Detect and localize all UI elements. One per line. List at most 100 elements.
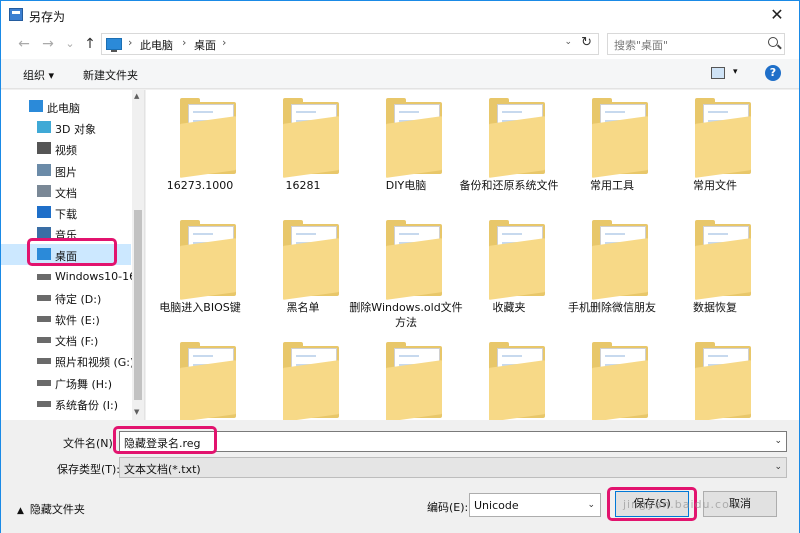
computer-icon	[106, 38, 122, 52]
sidebar-scrollbar[interactable]: ▲ ▼	[132, 90, 144, 420]
sidebar-item-label: 图片	[55, 165, 77, 179]
folder-item[interactable]: 16281	[249, 90, 349, 215]
scroll-down-icon[interactable]: ▼	[134, 408, 139, 416]
scrollbar-thumb[interactable]	[134, 210, 142, 400]
filename-label: 文件名(N):	[63, 437, 117, 450]
view-options-icon[interactable]	[711, 67, 725, 79]
window-title: 另存为	[29, 10, 66, 24]
breadcrumb-separator[interactable]: ›	[182, 36, 186, 49]
sidebar-item[interactable]: 软件 (E:)	[1, 308, 131, 329]
forward-arrow-icon[interactable]: →	[39, 35, 57, 53]
drive-icon	[37, 316, 51, 322]
folder-item[interactable]	[661, 334, 761, 420]
drive-icon	[37, 379, 51, 386]
sidebar-item[interactable]: Windows10-16	[1, 266, 136, 287]
chevron-down-icon[interactable]: ⌄	[774, 462, 782, 472]
sidebar-item[interactable]: 下载	[1, 202, 131, 223]
folder-name: DIY电脑	[385, 179, 427, 192]
folder-item[interactable]: 数据恢复	[661, 212, 761, 337]
close-button[interactable]: ✕	[755, 1, 799, 29]
folder-icon	[592, 360, 648, 420]
organize-menu[interactable]: 组织 ▾	[23, 67, 54, 83]
search-placeholder: 搜索"桌面"	[614, 39, 669, 52]
folder-name: 收藏夹	[492, 301, 526, 314]
folder-item[interactable]: 常用文件	[661, 90, 761, 215]
search-icon[interactable]	[768, 37, 778, 47]
folder-icon	[386, 360, 442, 420]
sidebar-item-label: Windows10-16	[55, 269, 137, 283]
drive-icon	[37, 337, 51, 344]
folder-item[interactable]: 黑名单	[249, 212, 349, 337]
breadcrumb-separator[interactable]: ›	[222, 36, 226, 49]
folder-item[interactable]: 收藏夹	[455, 212, 555, 337]
sidebar-item-label: 音乐 (J:)	[55, 418, 96, 420]
notepad-icon	[9, 8, 23, 21]
sidebar-item[interactable]: 音乐 (J:)	[1, 414, 131, 420]
folder-item[interactable]	[146, 334, 246, 420]
navigation-bar: ← → ⌄ ↑ › 此电脑 › 桌面 › ⌄ ↻ 搜索"桌面"	[1, 29, 799, 59]
folder-item[interactable]: 电脑进入BIOS键	[146, 212, 246, 337]
sidebar-item[interactable]: 文档 (F:)	[1, 329, 131, 350]
chevron-down-icon[interactable]: ⌄	[564, 37, 572, 47]
sidebar-item[interactable]: 文档	[1, 181, 131, 202]
folder-icon	[386, 116, 442, 178]
folder-item[interactable]	[558, 334, 658, 420]
folder-icon	[695, 116, 751, 178]
folder-icon	[283, 360, 339, 420]
filename-input[interactable]: 隐藏登录名.reg ⌄	[119, 431, 787, 452]
sidebar-item[interactable]: 3D 对象	[1, 117, 131, 138]
sidebar-item-label: 系统备份 (I:)	[55, 398, 119, 412]
folder-icon	[180, 360, 236, 420]
sidebar-item[interactable]: 广场舞 (H:)	[1, 372, 131, 393]
folder-item[interactable]: 手机删除微信朋友	[558, 212, 658, 337]
save-type-select[interactable]: 文本文档(*.txt) ⌄	[119, 457, 787, 478]
up-arrow-icon[interactable]: ↑	[81, 35, 99, 53]
back-arrow-icon[interactable]: ←	[15, 35, 33, 53]
sidebar-item[interactable]: 此电脑	[1, 96, 131, 117]
breadcrumb-desktop[interactable]: 桌面	[194, 37, 216, 53]
downloads-icon	[37, 206, 51, 218]
hide-folders-toggle[interactable]: ▲ 隐藏文件夹	[17, 501, 85, 517]
folder-item[interactable]	[352, 334, 452, 420]
folder-item[interactable]	[249, 334, 349, 420]
chevron-down-icon[interactable]: ⌄	[774, 436, 782, 446]
sidebar-item-label: 3D 对象	[55, 123, 96, 137]
search-input[interactable]: 搜索"桌面"	[607, 33, 785, 55]
refresh-icon[interactable]: ↻	[581, 35, 592, 50]
new-folder-button[interactable]: 新建文件夹	[83, 67, 138, 83]
folder-item[interactable]: 备份和还原系统文件	[455, 90, 559, 215]
sidebar-item[interactable]: 图片	[1, 160, 131, 181]
help-icon[interactable]: ?	[765, 65, 781, 81]
folder-icon	[489, 116, 545, 178]
folder-icon	[283, 116, 339, 178]
folder-item[interactable]: 常用工具	[558, 90, 658, 215]
address-bar[interactable]: › 此电脑 › 桌面 › ⌄ ↻	[101, 33, 599, 55]
folder-name: 备份和还原系统文件	[459, 179, 559, 192]
sidebar-item[interactable]: 待定 (D:)	[1, 287, 131, 308]
sidebar-item-label: 软件 (E:)	[55, 314, 100, 327]
drive-icon	[37, 400, 51, 407]
folder-item[interactable]	[455, 334, 555, 420]
folder-icon	[283, 238, 339, 300]
chevron-down-icon[interactable]: ⌄	[587, 500, 595, 510]
folder-icon	[695, 360, 751, 420]
sidebar-item[interactable]: 照片和视频 (G:)	[1, 350, 135, 371]
sidebar-item[interactable]: 系统备份 (I:)	[1, 393, 131, 414]
sidebar-item-label: 文档	[55, 186, 77, 200]
folder-item[interactable]: 删除Windows.old文件方法	[349, 212, 463, 337]
folder-icon	[386, 238, 442, 300]
sidebar-item-label: 照片和视频 (G:)	[55, 356, 135, 370]
encoding-select[interactable]: Unicode ⌄	[469, 493, 601, 517]
folder-item[interactable]: DIY电脑	[352, 90, 452, 215]
command-bar: 组织 ▾ 新建文件夹 ▾ ?	[1, 59, 799, 89]
folder-name: 删除Windows.old文件方法	[349, 301, 463, 329]
scroll-up-icon[interactable]: ▲	[134, 92, 139, 100]
chevron-up-icon: ▲	[17, 506, 24, 516]
folder-icon	[489, 360, 545, 420]
pictures-icon	[37, 163, 51, 176]
folder-item[interactable]: 16273.1000	[146, 90, 246, 215]
chevron-down-icon[interactable]: ▾	[733, 67, 738, 77]
sidebar-item[interactable]: 视频	[1, 138, 131, 159]
recent-locations-icon[interactable]: ⌄	[61, 35, 79, 53]
breadcrumb-this-pc[interactable]: 此电脑	[140, 37, 173, 53]
